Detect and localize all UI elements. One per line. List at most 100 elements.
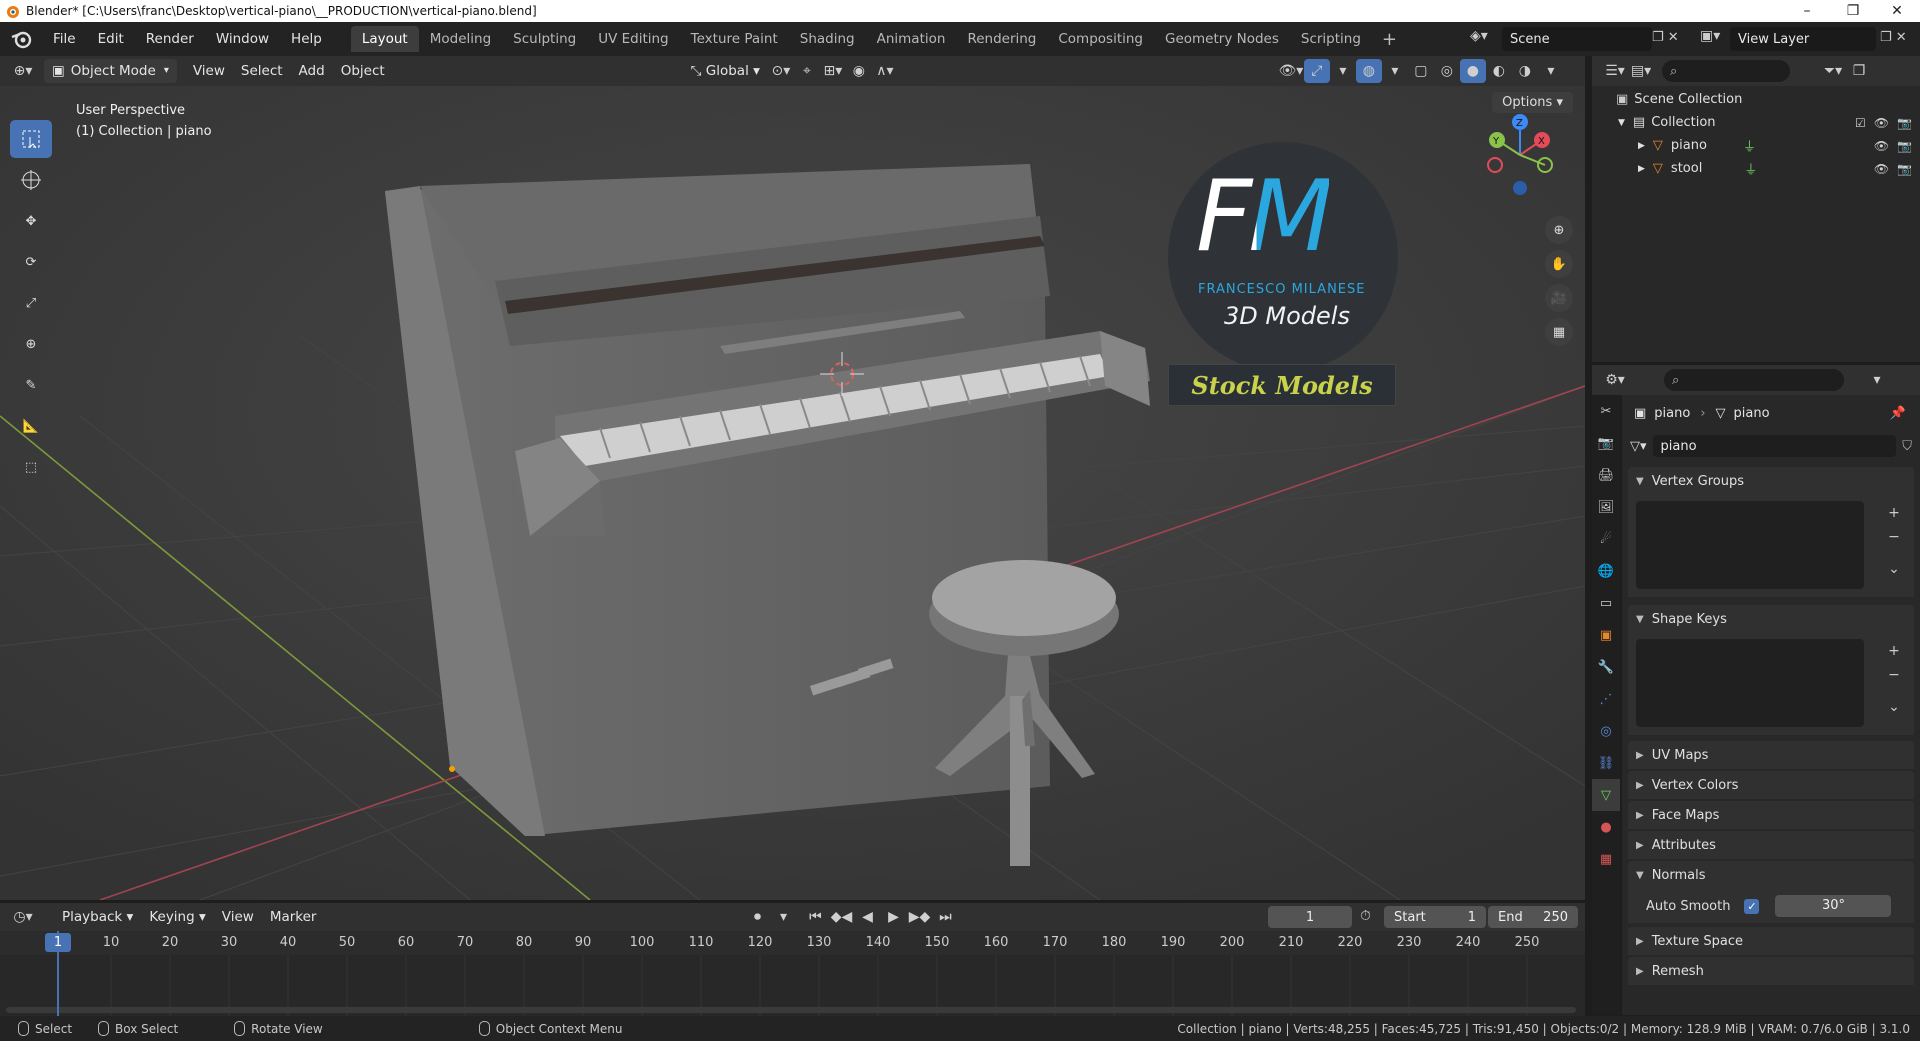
display-mode-icon[interactable]: ▤▾ [1628,59,1654,83]
filter-icon[interactable]: ⏷▾ [1820,59,1846,83]
normals-panel-header[interactable]: ▼ Normals [1628,861,1914,889]
menu-marker[interactable]: Marker [262,905,325,929]
shading-rendered-icon[interactable]: ◑ [1512,59,1538,83]
start-frame-field[interactable]: Start 1 [1384,906,1486,928]
texture-space-panel-header[interactable]: ▶ Texture Space [1628,927,1914,955]
outliner-editor-icon[interactable]: ☰▾ [1602,59,1628,83]
overlay-toggle-icon[interactable]: ◍ [1355,59,1382,83]
menu-edit[interactable]: Edit [87,22,135,56]
tab-uv-editing[interactable]: UV Editing [587,26,679,52]
shading-wireframe-icon[interactable]: ◎ [1434,59,1460,83]
add-icon[interactable]: + [1884,503,1904,523]
add-icon[interactable]: + [1884,641,1904,661]
shading-dropdown-icon[interactable]: ▾ [1538,59,1564,83]
shape-keys-panel-header[interactable]: ▼ Shape Keys [1628,605,1914,633]
transform-tool-icon[interactable]: ⊕ [10,325,52,363]
gizmo-dropdown-icon[interactable]: ▾ [1330,59,1356,83]
properties-search-input[interactable]: ⌕ [1664,369,1844,391]
mesh-data-tab-icon[interactable]: ▽ [1592,779,1620,811]
new-view-layer-icon[interactable]: ❐ ✕ [1880,30,1907,45]
menu-add[interactable]: Add [291,59,333,83]
render-camera-icon[interactable]: 📷 [1897,116,1912,130]
tab-layout[interactable]: Layout [350,26,419,52]
tab-scripting[interactable]: Scripting [1290,26,1372,52]
snap-icon[interactable]: ⌖ [794,59,820,83]
gizmo-toggle-icon[interactable]: ⤢ [1303,59,1330,83]
add-cube-tool-icon[interactable]: ⬚ [10,448,52,486]
timeline-editor-icon[interactable]: ◷▾ [10,905,36,929]
menu-object[interactable]: Object [333,59,393,83]
outliner-row-collection[interactable]: ▼ ▤ Collection ☑ 👁 📷 [1592,111,1920,134]
object-tab-icon[interactable]: ▣ [1592,619,1620,651]
menu-render[interactable]: Render [135,22,205,56]
timeline-scrollbar[interactable] [6,1007,1576,1013]
play-reverse-icon[interactable]: ◀ [854,905,880,929]
vertex-groups-panel-header[interactable]: ▼ Vertex Groups [1628,467,1914,495]
fake-user-shield-icon[interactable]: ⛉ [1902,439,1912,454]
pan-hand-icon[interactable]: ✋ [1545,250,1573,278]
rotate-tool-icon[interactable]: ⟳ [10,243,52,281]
new-scene-icon[interactable]: ❐ ✕ [1652,30,1679,45]
remove-icon[interactable]: − [1884,665,1904,685]
perspective-toggle-icon[interactable]: ▦ [1545,318,1573,346]
attributes-panel-header[interactable]: ▶ Attributes [1628,831,1914,859]
orientation-dropdown[interactable]: ⤡ Global ▾ [683,59,768,83]
playhead-frame-label[interactable]: 1 [45,933,71,952]
scene-tab-icon[interactable]: ☄ [1592,523,1620,555]
menu-timeline-view[interactable]: View [214,905,262,929]
chevron-down-icon[interactable]: ⌄ [1884,697,1904,717]
new-collection-icon[interactable]: ❐ [1846,59,1872,83]
overlay-dropdown-icon[interactable]: ▾ [1382,59,1408,83]
outliner-row-piano[interactable]: ▶ ▽ piano ⏚ 👁 📷 [1592,134,1920,157]
close-window-button[interactable]: ✕ [1874,0,1920,22]
next-keyframe-icon[interactable]: ▶◆ [906,905,932,929]
autokey-dropdown-icon[interactable]: ▾ [770,905,796,929]
tab-geometry-nodes[interactable]: Geometry Nodes [1154,26,1290,52]
world-tab-icon[interactable]: 🌐 [1592,555,1620,587]
navigation-gizmo[interactable]: Z X Y [1475,110,1565,200]
material-tab-icon[interactable]: ● [1592,811,1620,843]
output-tab-icon[interactable]: 🖨 [1592,459,1620,491]
menu-window[interactable]: Window [205,22,280,56]
snap-target-icon[interactable]: ⊞▾ [820,59,846,83]
vertex-colors-panel-header[interactable]: ▶ Vertex Colors [1628,771,1914,799]
face-maps-panel-header[interactable]: ▶ Face Maps [1628,801,1914,829]
scene-name-field[interactable]: Scene [1502,27,1652,51]
prev-keyframe-icon[interactable]: ◆◀ [828,905,854,929]
visibility-eye-icon[interactable]: 👁 [1874,116,1889,130]
current-frame-field[interactable]: 1 [1268,906,1352,928]
scene-selector-icon[interactable]: ◈▾ [1470,28,1500,50]
jump-start-icon[interactable]: ⏮ [802,905,828,929]
menu-help[interactable]: Help [280,22,333,56]
visibility-eye-icon[interactable]: 👁 [1874,139,1889,153]
tool-tab-icon[interactable]: ✂ [1592,395,1620,427]
minimize-button[interactable]: – [1784,0,1830,22]
remove-icon[interactable]: − [1884,527,1904,547]
jump-end-icon[interactable]: ⏭ [932,905,958,929]
tab-compositing[interactable]: Compositing [1047,26,1154,52]
end-frame-field[interactable]: End 250 [1488,906,1578,928]
select-box-tool-icon[interactable] [10,120,52,158]
proportional-edit-icon[interactable]: ◉ [846,59,872,83]
editor-type-icon[interactable]: ⊕▾ [10,59,36,83]
modifier-tab-icon[interactable]: 🔧 [1592,651,1620,683]
render-tab-icon[interactable]: 📷 [1592,427,1620,459]
menu-playback[interactable]: Playback ▾ [54,905,141,929]
zoom-icon[interactable]: ⊕ [1545,216,1573,244]
scale-tool-icon[interactable]: ⤢ [10,284,52,322]
remesh-panel-header[interactable]: ▶ Remesh [1628,957,1914,985]
menu-keying[interactable]: Keying ▾ [141,905,213,929]
expand-arrow-icon[interactable]: ▶ [1638,164,1645,174]
tab-texture-paint[interactable]: Texture Paint [680,26,789,52]
blender-logo-icon[interactable] [10,28,32,50]
piano-model[interactable] [385,164,1150,836]
view-layer-icon[interactable]: ▣▾ [1700,28,1720,44]
timeline-area[interactable]: 10 20 30 40 50 60 70 80 90 100 110 120 1… [0,931,1585,1016]
measure-tool-icon[interactable]: 📐 [10,407,52,445]
shading-solid-icon[interactable]: ● [1459,59,1486,83]
mode-dropdown[interactable]: ▣ Object Mode ▾ [44,59,177,83]
view-layer-field[interactable]: View Layer [1730,27,1876,51]
render-camera-icon[interactable]: 📷 [1897,139,1912,153]
expand-arrow-icon[interactable]: ▼ [1618,118,1625,128]
particles-tab-icon[interactable]: ⋰ [1592,683,1620,715]
